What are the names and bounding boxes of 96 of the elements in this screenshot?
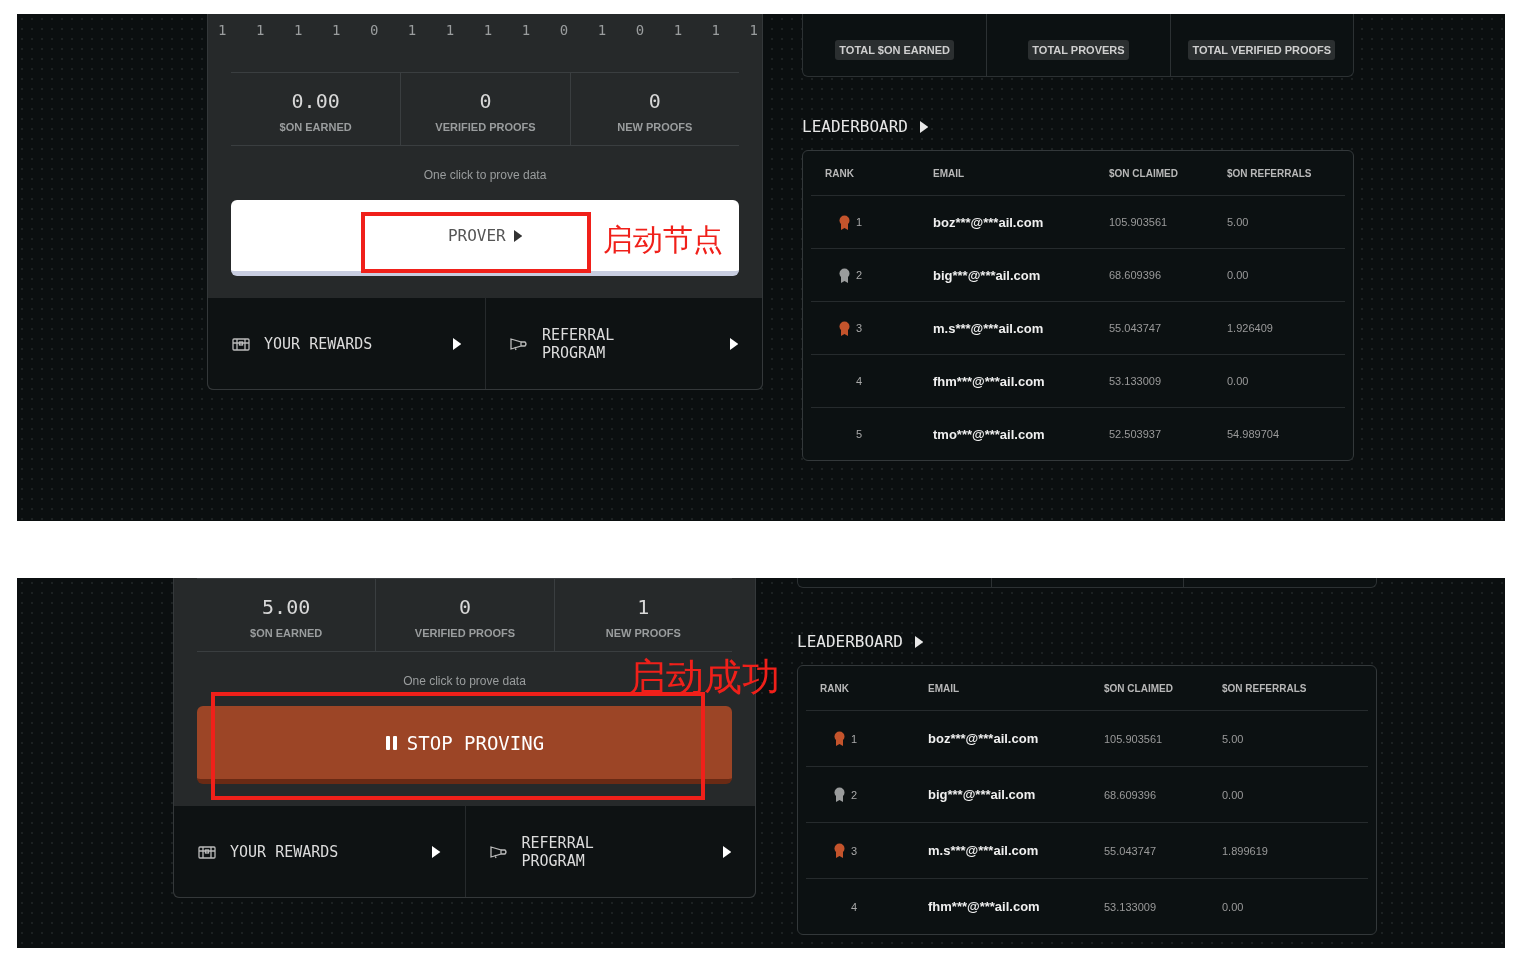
total-label: TOTAL VERIFIED PROOFS (1188, 40, 1336, 60)
chest-icon (232, 336, 250, 351)
bit-digit: 1 (597, 22, 607, 40)
stat-value: 5.00 (262, 595, 311, 619)
stat-value: 0 (479, 89, 492, 113)
nav-button[interactable]: REFERRAL PROGRAM (464, 806, 755, 897)
referrals-cell-text: 1.899619 (1221, 844, 1269, 857)
email-cell-text: tmo***@***ail.com (932, 426, 1046, 442)
column-header: $ON CLAIMED (1103, 682, 1174, 694)
stop-proving-button[interactable]: STOP PROVING (197, 706, 732, 784)
caret-icon (914, 635, 924, 648)
bit-digit: 1 (711, 22, 721, 40)
referrals-cell-text: 5.00 (1221, 732, 1245, 745)
claimed-cell-text: 68.609396 (1108, 269, 1162, 281)
stat-value: 0 (458, 595, 471, 619)
megaphone-icon (510, 336, 528, 351)
email-cell-text: boz***@***ail.com (932, 214, 1045, 230)
claimed-cell-text: 105.903561 (1103, 732, 1164, 745)
rank-number: 4 (856, 375, 863, 387)
nav-button[interactable]: YOUR REWARDS (174, 806, 465, 897)
rank-number: 3 (851, 844, 858, 857)
referrals-cell-text: 0.00 (1221, 900, 1245, 913)
claimed-cell-text: 68.609396 (1103, 788, 1157, 801)
bit-digit: 1 (445, 22, 455, 40)
referrals-cell-text: 0.00 (1221, 788, 1245, 801)
section-title: LEADERBOARD (802, 117, 908, 136)
caret-icon (729, 337, 738, 350)
nav-button[interactable]: REFERRAL PROGRAM (485, 298, 762, 389)
email-cell-text: big***@***ail.com (927, 787, 1037, 802)
stat-value: 1 (637, 595, 650, 619)
stat-label: VERIFIED PROOFS (435, 121, 536, 133)
referrals-cell-text: 54.989704 (1226, 428, 1280, 440)
column-header: $ON CLAIMED (1108, 167, 1179, 179)
stat-label: NEW PROOFS (605, 627, 681, 639)
claimed-cell-text: 53.133009 (1108, 375, 1162, 387)
email-cell-text: m.s***@***ail.com (927, 843, 1040, 858)
column-header: $ON REFERRALS (1221, 682, 1308, 694)
nav-button[interactable]: YOUR REWARDS (208, 298, 485, 389)
rank-number: 1 (856, 216, 863, 228)
rank-number: 2 (856, 269, 863, 281)
column-header: RANK (824, 167, 855, 179)
bit-digit: 1 (293, 22, 303, 40)
caret-icon (722, 845, 731, 858)
referrals-cell-text: 1.926409 (1226, 322, 1274, 334)
email-cell-text: boz***@***ail.com (927, 731, 1040, 746)
claimed-cell-text: 55.043747 (1103, 844, 1157, 857)
hint-text: One click to prove data (423, 168, 547, 182)
bit-digit: 1 (521, 22, 531, 40)
claimed-cell-text: 55.043747 (1108, 322, 1162, 334)
email-cell-text: big***@***ail.com (932, 267, 1042, 283)
bit-digit: 1 (407, 22, 417, 40)
column-header: EMAIL (932, 167, 966, 179)
rank-number: 2 (851, 788, 858, 801)
bit-digit: 1 (331, 22, 341, 40)
column-header: EMAIL (927, 682, 961, 694)
bit-digit: 1 (749, 22, 758, 40)
stat-label: $ON EARNED (250, 627, 323, 639)
referrals-cell-text: 0.00 (1226, 375, 1250, 387)
bit-digit: 0 (635, 22, 645, 40)
pause-icon (384, 734, 399, 751)
stat-value: 0.00 (291, 89, 340, 113)
caret-icon (919, 120, 929, 133)
chest-icon (198, 844, 216, 859)
total-label: TOTAL $ON EARNED (835, 40, 954, 60)
claimed-cell-text: 105.903561 (1108, 216, 1169, 228)
column-header: $ON REFERRALS (1226, 167, 1313, 179)
rank-number: 4 (851, 900, 858, 913)
rank-number: 5 (856, 428, 863, 440)
claimed-cell-text: 53.133009 (1103, 900, 1157, 913)
email-cell-text: fhm***@***ail.com (932, 373, 1046, 389)
hint-text: One click to prove data (403, 674, 526, 688)
referrals-cell-text: 5.00 (1226, 216, 1250, 228)
stat-label: VERIFIED PROOFS (414, 627, 516, 639)
annotation-text: 启动节点 (603, 221, 723, 259)
stat-label: $ON EARNED (279, 121, 352, 133)
stat-label: NEW PROOFS (617, 121, 693, 133)
bit-digit: 0 (369, 22, 379, 40)
bit-digit: 1 (673, 22, 683, 40)
referrals-cell-text: 0.00 (1226, 269, 1250, 281)
bit-digit: 0 (559, 22, 569, 40)
rank-number: 1 (851, 732, 858, 745)
caret-icon (513, 229, 523, 242)
megaphone-icon (489, 844, 508, 859)
stat-value: 0 (648, 89, 661, 113)
bit-digit: 1 (218, 22, 227, 40)
bit-digit: 1 (255, 22, 265, 40)
column-header: RANK (819, 682, 850, 694)
rank-number: 3 (856, 322, 863, 334)
bit-digit: 1 (483, 22, 493, 40)
caret-icon (432, 845, 441, 858)
caret-icon (452, 337, 461, 350)
total-label: TOTAL PROVERS (1028, 40, 1129, 60)
section-title: LEADERBOARD (797, 632, 903, 651)
claimed-cell-text: 52.503937 (1108, 428, 1162, 440)
email-cell-text: m.s***@***ail.com (932, 320, 1045, 336)
email-cell-text: fhm***@***ail.com (927, 899, 1041, 914)
